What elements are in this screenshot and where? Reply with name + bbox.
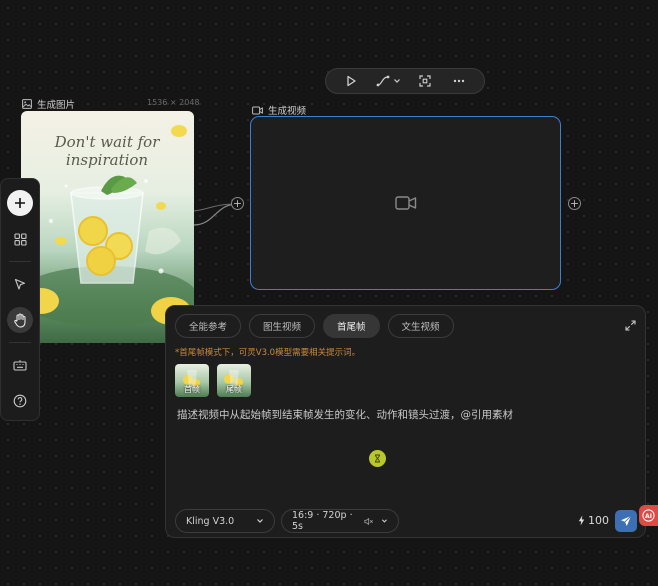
- image-text-line2: inspiration: [66, 151, 148, 169]
- canvas-toolbar: [325, 68, 485, 94]
- image-node-header: 生成图片: [22, 97, 75, 111]
- shortcuts-button[interactable]: [7, 352, 33, 378]
- tab-image-to-video[interactable]: 图生视频: [249, 314, 316, 338]
- connection-style-button[interactable]: [371, 71, 405, 91]
- mute-icon: [364, 517, 373, 525]
- video-prompt-panel: 全能参考 图生视频 首尾帧 文生视频 *首尾帧模式下，可灵V3.0模型需要相关提…: [165, 305, 646, 538]
- credit-amount: 100: [588, 514, 609, 527]
- curve-icon: [376, 75, 389, 87]
- mode-tabs: 全能参考 图生视频 首尾帧 文生视频: [175, 314, 454, 338]
- help-button[interactable]: [7, 388, 33, 414]
- mode-notice: *首尾帧模式下，可灵V3.0模型需要相关提示词。: [175, 348, 361, 358]
- tab-all-reference[interactable]: 全能参考: [175, 314, 242, 338]
- more-icon: [453, 79, 465, 83]
- image-text-line1: Don't wait for: [54, 133, 161, 151]
- add-node-button[interactable]: +: [568, 197, 581, 210]
- prompt-input[interactable]: 描述视频中从起始帧到结束帧发生的变化、动作和镜头过渡，@引用素材: [177, 407, 513, 422]
- model-select-value: Kling V3.0: [186, 515, 235, 527]
- video-generation-node[interactable]: [250, 116, 561, 290]
- credit-cost: 100: [578, 514, 609, 527]
- last-frame-label: 尾帧: [226, 385, 242, 394]
- add-node-tool-button[interactable]: [7, 190, 33, 216]
- expand-icon: [625, 320, 636, 331]
- send-icon: [621, 515, 632, 526]
- keyboard-icon: [13, 360, 27, 371]
- video-settings-select[interactable]: 16:9 · 720p · 5s: [281, 509, 399, 533]
- ai-assistant-badge[interactable]: AI: [639, 505, 658, 526]
- chevron-down-icon: [382, 519, 388, 523]
- more-button[interactable]: [445, 71, 473, 91]
- first-frame-thumbnail[interactable]: 首帧: [175, 364, 209, 397]
- video-icon: [252, 106, 263, 114]
- chevron-down-icon: [393, 79, 400, 83]
- video-settings-value: 16:9 · 720p · 5s: [292, 510, 353, 532]
- image-dimensions: 1536 × 2048: [147, 98, 200, 107]
- video-node-label: 生成视频: [268, 106, 307, 117]
- loading-indicator: [369, 450, 386, 467]
- focus-icon: [419, 75, 431, 87]
- select-tool-button[interactable]: [7, 271, 33, 297]
- help-icon: [13, 394, 27, 408]
- image-node-label: 生成图片: [37, 100, 76, 111]
- frame-thumbnails: 首帧 尾帧: [175, 364, 251, 397]
- lightning-icon: [578, 515, 585, 526]
- grid-icon: [13, 232, 27, 246]
- left-toolbar: [0, 178, 40, 421]
- expand-button[interactable]: [625, 316, 636, 335]
- toolbar-divider: [9, 342, 31, 343]
- ai-badge-text: AI: [645, 513, 652, 520]
- last-frame-thumbnail[interactable]: 尾帧: [217, 364, 251, 397]
- chevron-down-icon: [257, 519, 263, 523]
- image-icon: [22, 99, 32, 109]
- video-placeholder-icon: [394, 196, 416, 210]
- tab-first-last-frame[interactable]: 首尾帧: [323, 314, 380, 338]
- send-button[interactable]: [615, 510, 637, 532]
- grid-tool-button[interactable]: [7, 226, 33, 252]
- hourglass-icon: [375, 454, 380, 463]
- hand-icon: [14, 312, 26, 328]
- model-select[interactable]: Kling V3.0: [175, 509, 275, 533]
- first-frame-label: 首帧: [184, 385, 200, 394]
- tab-text-to-video[interactable]: 文生视频: [387, 314, 454, 338]
- ai-icon: AI: [642, 509, 655, 522]
- play-icon: [347, 75, 356, 87]
- connect-input-button[interactable]: +: [231, 197, 244, 210]
- focus-button[interactable]: [411, 71, 439, 91]
- video-node-header: 生成视频: [252, 103, 306, 117]
- hand-tool-button[interactable]: [7, 307, 33, 333]
- plus-icon: [15, 198, 25, 208]
- toolbar-divider: [9, 261, 31, 262]
- cursor-icon: [14, 278, 26, 290]
- play-button[interactable]: [337, 71, 365, 91]
